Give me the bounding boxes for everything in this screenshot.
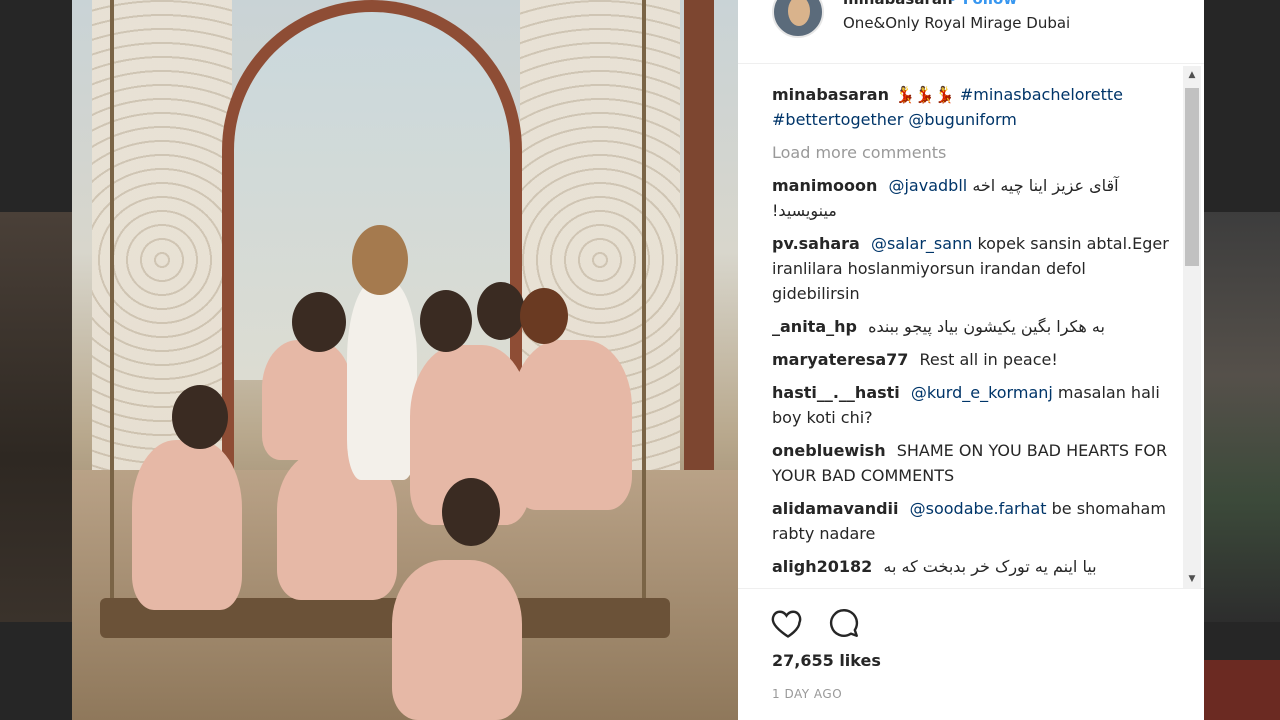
- person-head: [292, 292, 346, 352]
- follow-button[interactable]: • Follow: [948, 0, 1017, 8]
- person-head: [477, 282, 525, 340]
- person: [132, 440, 242, 610]
- comment-username[interactable]: onebluewish: [772, 441, 886, 460]
- comment-username[interactable]: manimooon: [772, 176, 877, 195]
- post-sidebar: minabasaran • Follow One&Only Royal Mira…: [738, 0, 1204, 720]
- comment: hasti__.__hasti @kurd_e_kormanj masalan …: [772, 380, 1172, 430]
- comment-username[interactable]: alidamavandii: [772, 499, 899, 518]
- mention-link[interactable]: @soodabe.farhat: [910, 499, 1047, 518]
- comment-username[interactable]: maryateresa77: [772, 350, 908, 369]
- person-head: [420, 290, 472, 352]
- mention-link[interactable]: @kurd_e_kormanj: [911, 383, 1053, 402]
- caption-username[interactable]: minabasaran: [772, 85, 889, 104]
- post-header: minabasaran • Follow One&Only Royal Mira…: [738, 0, 1204, 64]
- scroll-up-arrow-icon[interactable]: ▲: [1183, 66, 1201, 84]
- swing-rope-left: [110, 0, 114, 600]
- person: [392, 560, 522, 720]
- header-username[interactable]: minabasaran: [843, 0, 953, 8]
- hashtag-link[interactable]: #minasbachelorette: [960, 85, 1123, 104]
- person-head: [172, 385, 228, 449]
- background-image-right-bottom: [1204, 660, 1280, 720]
- post-photo[interactable]: [72, 0, 738, 720]
- mention-link[interactable]: @salar_sann: [871, 234, 972, 253]
- person-head: [352, 225, 408, 295]
- mention-link[interactable]: @buguniform: [908, 110, 1016, 129]
- comment-text: بیا اینم یه تورک خر بدبخت که به: [883, 557, 1097, 576]
- person: [262, 340, 352, 460]
- post-actions: 27,655 likes 1 DAY AGO: [738, 588, 1204, 720]
- scrollbar-thumb[interactable]: [1185, 88, 1199, 266]
- comment: alidamavandii @soodabe.farhat be shomaha…: [772, 496, 1172, 546]
- comments-scrollbar[interactable]: ▲ ▼: [1183, 66, 1201, 588]
- comment-username[interactable]: pv.sahara: [772, 234, 860, 253]
- swing-rope-right: [642, 0, 646, 600]
- person-head: [520, 288, 568, 344]
- like-count[interactable]: 27,655 likes: [772, 651, 881, 670]
- comment: onebluewish SHAME ON YOU BAD HEARTS FOR …: [772, 438, 1172, 488]
- scroll-down-arrow-icon[interactable]: ▼: [1183, 570, 1201, 588]
- comment: manimooon @javadbll آقای عزیز اینا چیه ا…: [772, 173, 1172, 223]
- mention-link[interactable]: @javadbll: [888, 176, 967, 195]
- comment-username[interactable]: _anita_hp: [772, 317, 857, 336]
- avatar[interactable]: [772, 0, 824, 38]
- load-more-comments-button[interactable]: Load more comments: [772, 140, 1172, 165]
- heart-icon[interactable]: [770, 605, 806, 641]
- caption: minabasaran 💃💃💃 #minasbachelorette #bette…: [772, 82, 1172, 132]
- background-image-right: [1204, 212, 1280, 622]
- person: [347, 280, 417, 480]
- pillar: [684, 0, 714, 470]
- comment-text: به هکرا بگین یکیشون بیاد پیجو ببنده: [868, 317, 1105, 336]
- comment: maryateresa77 Rest all in peace!: [772, 347, 1172, 372]
- comment-username[interactable]: hasti__.__hasti: [772, 383, 900, 402]
- hashtag-link[interactable]: #bettertogether: [772, 110, 903, 129]
- comments-list[interactable]: minabasaran 💃💃💃 #minasbachelorette #bette…: [772, 82, 1172, 588]
- comment-bubble-icon[interactable]: [826, 605, 862, 641]
- comment-username[interactable]: aligh20182: [772, 557, 872, 576]
- person: [512, 340, 632, 510]
- comment: _anita_hp به هکرا بگین یکیشون بیاد پیجو …: [772, 314, 1172, 339]
- person-head: [442, 478, 500, 546]
- comment-text: Rest all in peace!: [919, 350, 1058, 369]
- comment: pv.sahara @salar_sann kopek sansin abtal…: [772, 231, 1172, 306]
- post-timestamp: 1 DAY AGO: [772, 687, 843, 701]
- location-link[interactable]: One&Only Royal Mirage Dubai: [843, 14, 1070, 32]
- background-image-left: [0, 212, 72, 622]
- comment: aligh20182 بیا اینم یه تورک خر بدبخت که …: [772, 554, 1172, 579]
- caption-emojis: 💃💃💃: [895, 85, 955, 104]
